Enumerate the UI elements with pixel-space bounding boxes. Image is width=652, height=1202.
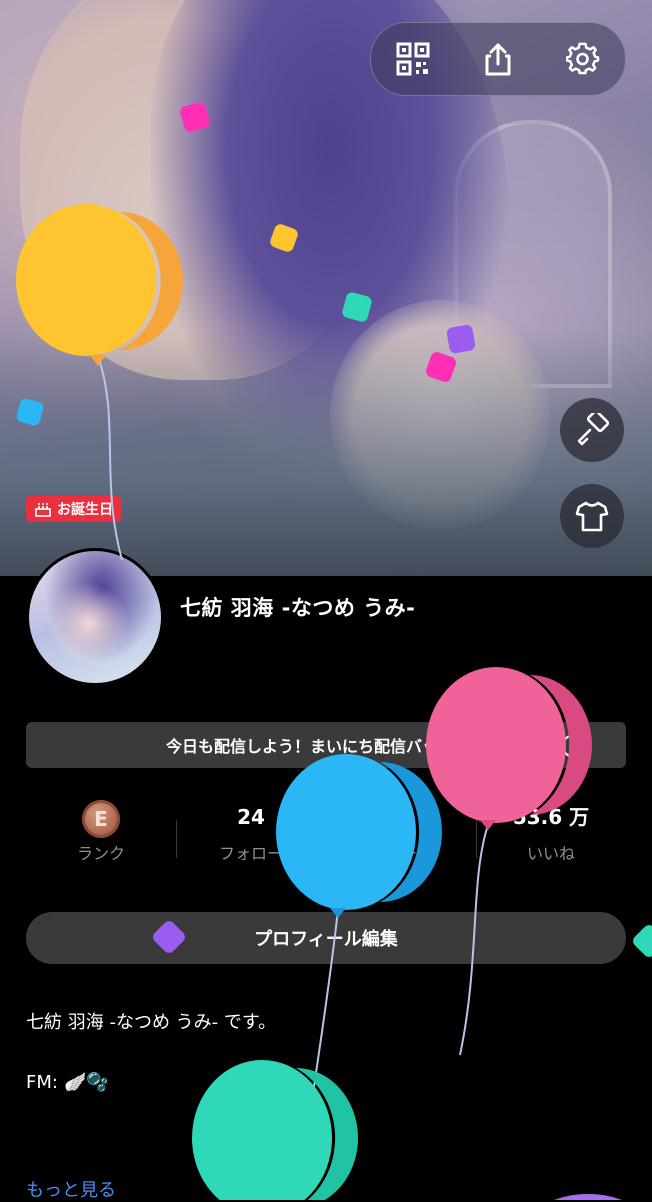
balloon-string <box>97 355 123 561</box>
balloon-green <box>192 1060 358 1200</box>
confetti-piece <box>270 224 298 252</box>
confetti-piece <box>342 292 372 322</box>
confetti-piece <box>446 324 476 354</box>
balloon-purple <box>553 1194 623 1200</box>
confetti-piece <box>633 925 652 957</box>
confetti-piece <box>180 102 210 132</box>
confetti-piece <box>16 398 44 426</box>
birthday-celebration-overlay <box>16 102 652 1200</box>
balloon-pink <box>426 667 592 830</box>
balloon-string <box>459 824 489 1056</box>
balloon-yellow <box>16 204 183 366</box>
balloon-blue <box>276 754 442 918</box>
confetti-piece <box>426 352 456 382</box>
confetti-piece <box>153 921 185 953</box>
